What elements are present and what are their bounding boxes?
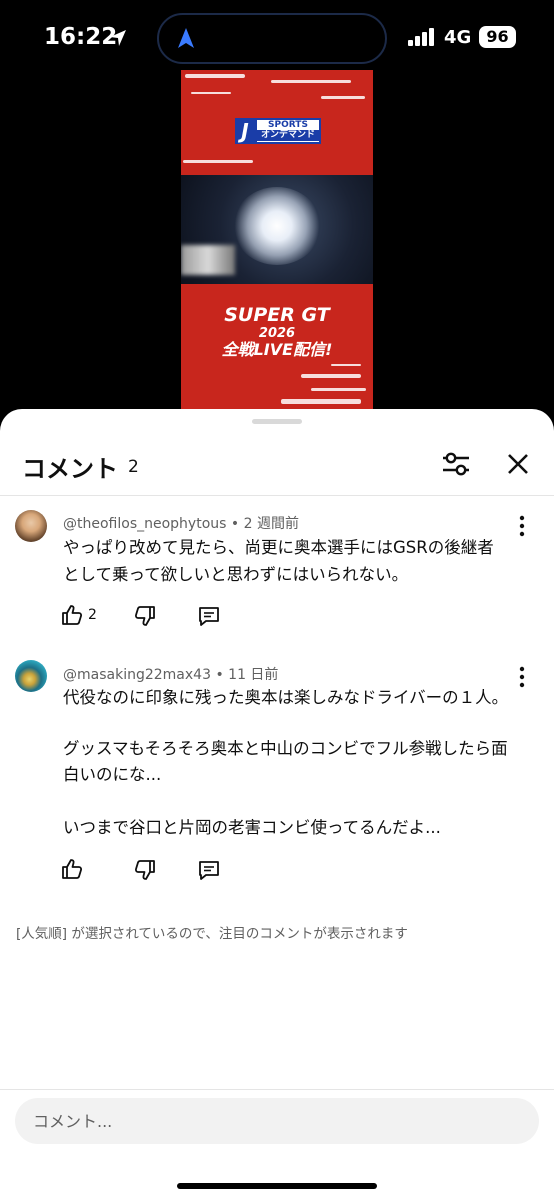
location-arrow-icon (110, 30, 126, 46)
jsports-logo: J SPORTS オンデマンド (235, 118, 321, 144)
promo-line-2: 2026 (258, 326, 296, 341)
comment-meta: @masaking22max43 • 11 日前 (63, 667, 279, 683)
video-panel-middle (181, 175, 373, 284)
comment-text-line: 代役なのに印象に残った奥本は楽しみなドライバーの１人。 (63, 688, 509, 707)
comment-text-line: として乗って欲しいと思わずにはいられない。 (63, 565, 409, 584)
dislike-icon[interactable] (133, 604, 157, 628)
like-count: 2 (88, 607, 97, 623)
comments-title: コメント (22, 455, 118, 483)
cellular-signal-icon (408, 28, 434, 46)
comment-meta: @theofilos_neophytous • 2 週間前 (63, 516, 299, 532)
comment-time: 2 週間前 (243, 516, 299, 532)
like-icon[interactable] (60, 857, 84, 881)
promo-text: SUPER GT 2026 全戦LIVE配信! (181, 306, 373, 358)
video-panel-top: J SPORTS オンデマンド (181, 70, 373, 175)
comment-text-line: いつまで谷口と片岡の老害コンビ使ってるんだよ... (63, 818, 441, 837)
home-indicator[interactable] (177, 1183, 377, 1189)
particle-burst (233, 187, 321, 265)
drag-handle[interactable] (252, 419, 302, 424)
more-options-icon[interactable] (514, 666, 530, 688)
promo-line-1: SUPER GT (224, 304, 330, 326)
comment-input[interactable] (15, 1098, 539, 1144)
promo-line-3: 全戦LIVE配信! (221, 340, 333, 359)
video-player[interactable]: J SPORTS オンデマンド SUPER GT 2026 全戦LIVE配信! (181, 70, 373, 410)
comment-time: 11 日前 (228, 667, 279, 683)
close-icon[interactable] (504, 450, 532, 478)
avatar[interactable] (15, 510, 47, 542)
comment-text-line: 白いのにな... (63, 765, 162, 784)
status-bar: 16:22 4G 96 (0, 0, 554, 70)
dislike-icon[interactable] (133, 858, 157, 882)
comment-author[interactable]: @theofilos_neophytous (63, 516, 226, 532)
more-options-icon[interactable] (514, 515, 530, 537)
comment-author[interactable]: @masaking22max43 (63, 667, 211, 683)
navigation-arrow-icon (178, 28, 194, 48)
dynamic-island[interactable] (157, 13, 387, 64)
network-type: 4G (444, 27, 472, 48)
header-divider (0, 495, 554, 496)
logo-sub: オンデマンド (257, 130, 319, 141)
like-icon[interactable] (60, 603, 84, 627)
comment-text-line: やっぱり改めて見たら、尚更に奥本選手にはGSRの後継者 (63, 538, 494, 557)
sort-notice: [人気順] が選択されているので、注目のコメントが表示されます (16, 926, 408, 942)
reply-icon[interactable] (197, 604, 221, 628)
comments-sheet: コメント 2 @theofilos_neophytous • 2 週間前 やっぱ… (0, 409, 554, 1200)
logo-brand: SPORTS (268, 120, 308, 130)
status-time: 16:22 (44, 24, 118, 50)
input-divider (0, 1089, 554, 1090)
battery-level: 96 (479, 26, 516, 48)
blurred-overlay (181, 245, 235, 275)
avatar[interactable] (15, 660, 47, 692)
comment-text-line: グッスマもそろそろ奥本と中山のコンビでフル参戦したら面 (63, 739, 508, 758)
filter-icon[interactable] (440, 449, 472, 479)
reply-icon[interactable] (197, 858, 221, 882)
comments-count: 2 (128, 457, 139, 477)
